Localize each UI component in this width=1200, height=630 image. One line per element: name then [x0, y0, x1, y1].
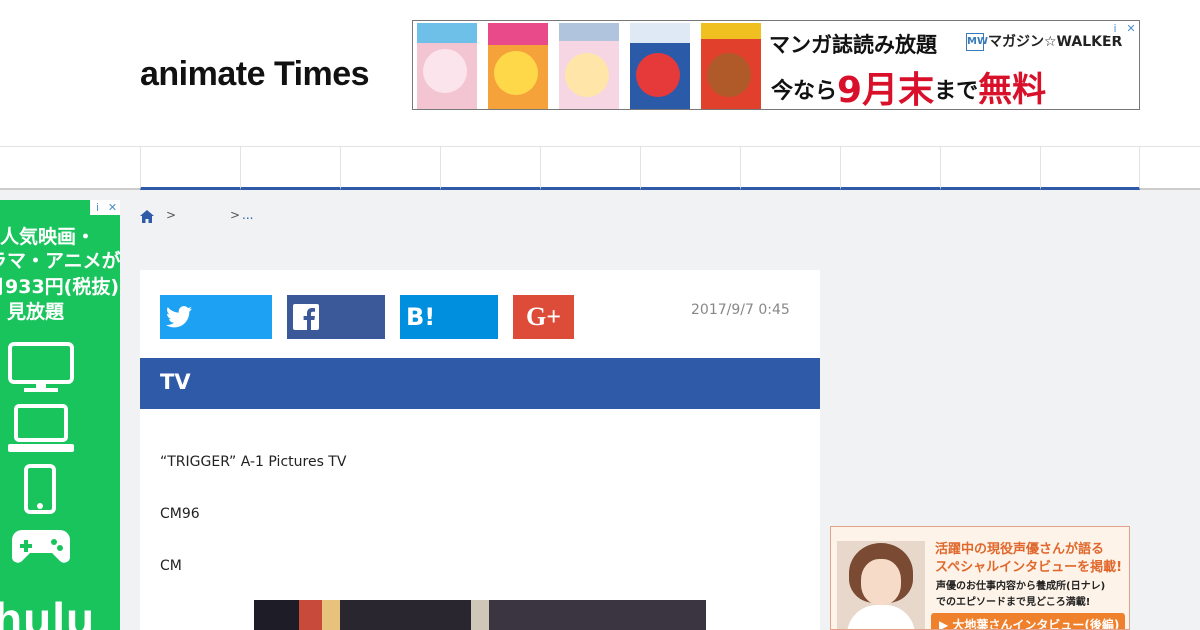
nav-item[interactable] [240, 147, 340, 190]
top-banner-ad[interactable]: マンガ誌読み放題 MWマガジン☆WALKER 今なら9月末まで無料 i ✕ [412, 20, 1140, 110]
interview-link-button[interactable]: ▶ 大地葉さんインタビュー(後編) [931, 613, 1125, 629]
ad-cover-1 [417, 23, 477, 109]
article-title: TV [160, 370, 191, 394]
left-ad-choices: i ✕ [90, 200, 120, 215]
left-ad-line-4: 見放題 [7, 301, 65, 323]
twitter-icon [166, 306, 192, 328]
tv-icon [8, 342, 74, 392]
breadcrumb-separator: > [230, 208, 241, 222]
nav-item[interactable] [640, 147, 740, 190]
left-ad-line-1: 人気映画・ [0, 226, 96, 248]
ad-cover-3 [559, 23, 619, 109]
left-ad-close-icon[interactable]: ✕ [105, 200, 120, 215]
ad-cover-2 [488, 23, 548, 109]
article-card: B! G+ 2017/9/7 0:45 TV “TRIGGER” A-1 Pic… [140, 270, 820, 630]
google-plus-icon: G+ [525, 302, 562, 331]
site-header: animate Times マンガ誌読み放題 MWマガジン☆WALKER 今なら… [0, 0, 1200, 146]
nav-item[interactable] [740, 147, 840, 190]
google-plus-share-button[interactable]: G+ [513, 295, 574, 339]
home-icon[interactable] [140, 210, 154, 223]
hatena-bookmark-icon: B! [406, 303, 436, 331]
left-skyscraper-ad[interactable]: 人気映画・ ラマ・アニメが 月933円(税抜)で 見放題 i ✕ hulu [0, 200, 120, 630]
article-paragraph: CM96 [160, 506, 200, 522]
facebook-share-button[interactable] [287, 295, 385, 339]
ad-headline: マンガ誌読み放題 [769, 33, 937, 57]
nav-item[interactable] [140, 147, 240, 190]
twitter-share-button[interactable] [160, 295, 272, 339]
ad-offer-prefix: 今なら [771, 79, 838, 104]
article-paragraph: “TRIGGER” A-1 Pictures TV [160, 454, 347, 470]
ad-offer-free: 無料 [978, 70, 1047, 110]
ad-brand: MWマガジン☆WALKER [966, 31, 1122, 51]
article-date: 2017/9/7 0:45 [691, 302, 790, 318]
facebook-icon [293, 304, 319, 330]
article-image[interactable] [254, 600, 706, 630]
gamepad-icon [12, 530, 70, 563]
ad-offer: 今なら9月末まで無料 [771, 61, 1047, 110]
right-ad-headline: 活躍中の現役声優さんが語る スペシャルインタビューを掲載! [935, 541, 1122, 577]
right-sidebar-ad[interactable]: 活躍中の現役声優さんが語る スペシャルインタビューを掲載! 声優のお仕事内容から… [830, 526, 1130, 630]
hatena-share-button[interactable]: B! [400, 295, 498, 339]
right-ad-sub-2: でのエピソードまで見どころ満載! [936, 597, 1091, 608]
laptop-icon [8, 404, 74, 452]
nav-item[interactable] [540, 147, 640, 190]
nav-item[interactable] [440, 147, 540, 190]
nav-item[interactable] [340, 147, 440, 190]
ad-cover-5 [701, 23, 761, 109]
ad-offer-mid: まで [934, 79, 979, 104]
ad-brand-label: マガジン☆WALKER [988, 34, 1123, 50]
ad-cover-4 [630, 23, 690, 109]
breadcrumb-separator: > [166, 208, 177, 222]
voice-actor-photo [837, 541, 925, 629]
hulu-logo: hulu [0, 593, 96, 630]
phone-icon [24, 464, 56, 514]
nav-item[interactable] [1040, 147, 1140, 190]
ad-offer-period: 9月末 [837, 70, 935, 110]
ad-choices: i ✕ [1107, 21, 1139, 36]
ad-info-icon[interactable]: i [1107, 21, 1123, 36]
breadcrumb-current[interactable]: ... [242, 208, 253, 222]
article-paragraph: CM [160, 558, 182, 574]
site-logo[interactable]: animate Times [140, 55, 370, 94]
nav-item[interactable] [840, 147, 940, 190]
article-title-bar: TV [140, 358, 820, 409]
left-ad-line-3: 月933円(税抜)で [0, 276, 120, 298]
right-ad-headline-2: スペシャルインタビューを掲載! [935, 560, 1123, 575]
nav-item[interactable] [940, 147, 1040, 190]
left-ad-line-2: ラマ・アニメが [0, 250, 120, 272]
magazine-walker-logo-icon: MW [966, 33, 988, 51]
global-nav [0, 146, 1200, 190]
ad-close-icon[interactable]: ✕ [1123, 21, 1139, 36]
left-ad-info-icon[interactable]: i [90, 200, 105, 215]
right-ad-headline-1: 活躍中の現役声優さんが語る [935, 542, 1105, 557]
right-ad-subtext: 声優のお仕事内容から養成所(日ナレ) でのエピソードまで見どころ満載! [936, 579, 1105, 611]
right-ad-sub-1: 声優のお仕事内容から養成所(日ナレ) [936, 581, 1106, 592]
